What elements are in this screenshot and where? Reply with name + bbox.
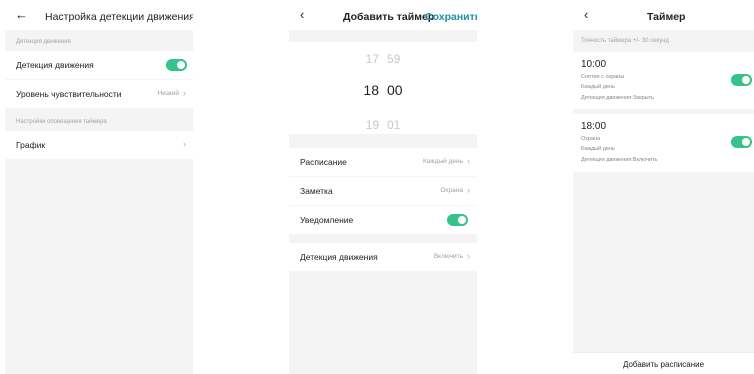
accuracy-note: Точность таймера +/- 30 секунд <box>573 35 754 49</box>
timer-note: Охрана <box>581 136 601 142</box>
timer-repeat: Каждый день <box>581 84 615 90</box>
chevron-left-icon[interactable]: ‹ <box>584 7 588 23</box>
timer-action: Детекция движения:Закрыть <box>581 95 654 101</box>
row-label: Заметка <box>300 186 333 196</box>
minute-option[interactable]: 59 <box>387 52 400 66</box>
arrow-left-icon[interactable]: ← <box>15 7 28 23</box>
notification-row: Уведомление <box>289 206 477 234</box>
schedule-row[interactable]: График › <box>5 131 193 159</box>
motion-detection-row[interactable]: Детекция движения Включить › <box>289 243 477 271</box>
row-label: Детекция движения <box>16 60 94 70</box>
save-button[interactable]: Сохранить <box>425 11 477 23</box>
hour-option[interactable]: 19 <box>366 118 379 132</box>
chevron-right-icon: › <box>183 139 186 149</box>
header: ← Настройка детекции движения <box>5 0 193 30</box>
hour-option[interactable]: 17 <box>366 52 379 66</box>
header: ‹ Добавить таймер Сохранить <box>289 0 477 30</box>
timer-time: 10:00 <box>581 59 607 70</box>
notification-toggle[interactable] <box>447 214 468 226</box>
row-label: Расписание <box>300 157 347 167</box>
row-label: График <box>16 140 46 150</box>
minute-selected[interactable]: 00 <box>387 82 403 98</box>
chevron-right-icon: › <box>467 251 470 261</box>
row-value: Каждый день <box>422 158 463 165</box>
row-label: Уровень чувствительности <box>16 89 122 99</box>
note-row[interactable]: Заметка Охрана › <box>289 177 477 205</box>
page-title: Добавить таймер <box>343 11 435 23</box>
hour-selected[interactable]: 18 <box>363 82 379 98</box>
section-header: Настройки оповещения таймера <box>5 116 193 130</box>
time-picker[interactable]: 17 59 18 00 19 01 <box>289 42 477 134</box>
timer-repeat: Каждый день <box>581 146 615 152</box>
header: ‹ Таймер <box>573 0 754 30</box>
chevron-right-icon: › <box>467 156 470 166</box>
row-label: Уведомление <box>300 215 354 225</box>
page-title: Таймер <box>647 11 686 23</box>
chevron-right-icon: › <box>467 185 470 195</box>
schedule-row[interactable]: Расписание Каждый день › <box>289 148 477 176</box>
timer-item[interactable]: 18:00 Охрана Каждый день Детекция движен… <box>573 114 754 172</box>
accuracy-note-text: Точность таймера +/- 30 секунд <box>581 38 669 44</box>
timer-item[interactable]: 10:00 Снятие с охраны Каждый день Детекц… <box>573 52 754 109</box>
row-value: Охрана <box>440 187 463 194</box>
add-timer-panel: ‹ Добавить таймер Сохранить 17 59 18 00 19… <box>289 0 477 374</box>
add-schedule-button[interactable]: Добавить расписание <box>573 352 754 374</box>
section-label: Настройки оповещения таймера <box>16 119 107 125</box>
picker-selected-row: 18 00 <box>289 82 477 98</box>
timer-note: Снятие с охраны <box>581 74 625 80</box>
timer-action: Детекция движения:Включить <box>581 157 658 163</box>
motion-settings-panel: ← Настройка детекции движения Детекция д… <box>5 0 193 374</box>
row-value: Включить <box>433 253 463 260</box>
chevron-right-icon: › <box>183 88 186 98</box>
page-title: Настройка детекции движения <box>45 11 193 23</box>
add-schedule-label: Добавить расписание <box>622 360 705 369</box>
timer-list-panel: ‹ Таймер Точность таймера +/- 30 секунд … <box>573 0 754 374</box>
section-label: Детекция движения <box>16 39 71 45</box>
chevron-left-icon[interactable]: ‹ <box>300 7 304 23</box>
section-header: Детекция движения <box>5 36 193 50</box>
motion-detection-row: Детекция движения <box>5 51 193 79</box>
timer-toggle[interactable] <box>731 136 752 148</box>
motion-detection-toggle[interactable] <box>166 59 187 71</box>
row-value: Низкий <box>157 90 179 97</box>
timer-time: 18:00 <box>581 121 607 132</box>
picker-next-row: 19 01 <box>289 118 477 132</box>
minute-option[interactable]: 01 <box>387 118 400 132</box>
sensitivity-row[interactable]: Уровень чувствительности Низкий › <box>5 80 193 108</box>
picker-prev-row: 17 59 <box>289 52 477 66</box>
timer-toggle[interactable] <box>731 74 752 86</box>
row-label: Детекция движения <box>300 252 378 262</box>
